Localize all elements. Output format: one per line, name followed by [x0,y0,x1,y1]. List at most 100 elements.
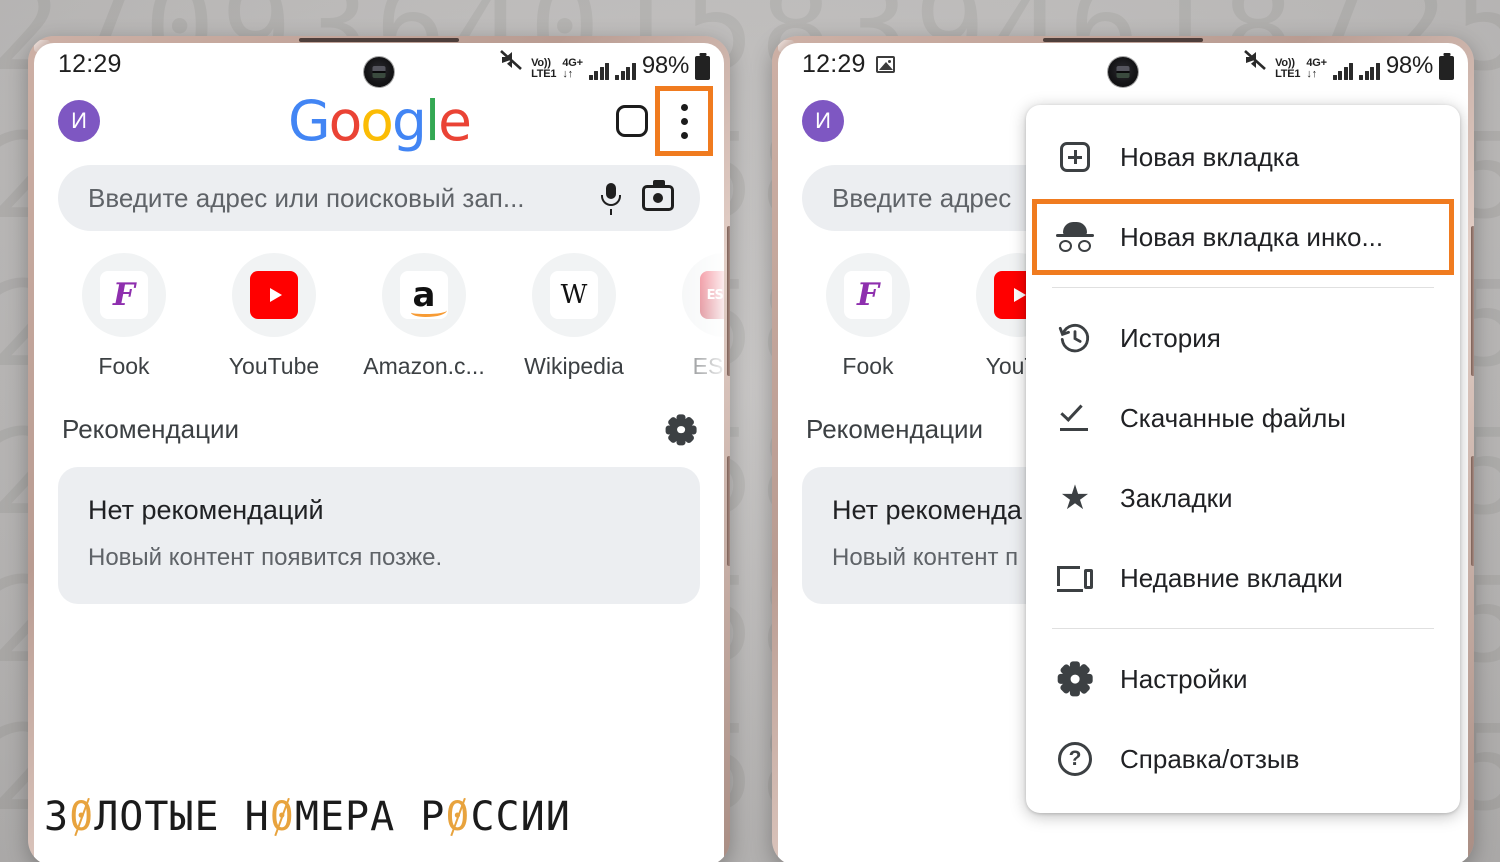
battery-percent: 98% [1385,52,1433,79]
menu-item-bookmarks[interactable]: ★ Закладки [1026,458,1460,538]
shortcut-tile[interactable]: W Wikipedia [512,253,636,380]
sim1-signal-icon [588,62,610,80]
wikipedia-icon: W [550,271,598,319]
sim2-signal-icon [1359,62,1380,80]
recommendations-title: Рекомендации [806,414,984,444]
battery-percent: 98% [641,52,689,79]
volte-indicator: Vo)) LTE1 [531,57,557,80]
sim2-signal-icon [615,62,636,80]
dot [680,131,688,139]
menu-item-label: Настройки [1120,663,1248,694]
earpiece-speaker [299,38,459,42]
speaker-muted-icon [499,48,525,78]
search-bar[interactable]: Введите адрес или поисковый зап... [58,165,700,231]
shortcut-tile[interactable]: ESPN ESPN [662,253,724,380]
volume-button[interactable] [1471,226,1474,376]
history-icon [1056,319,1094,357]
status-time: 12:29 [802,49,866,78]
shortcut-label: Fook [98,353,150,379]
avatar-letter: И [71,108,87,133]
recommendations-title: Рекомендации [62,414,240,444]
phone-right-screen: 12:29 Vo)) LTE1 4G+ ↓↑ 98% И Введите адр… [778,43,1468,862]
shortcut-label: Wikipedia [524,353,624,379]
menu-divider [1052,287,1434,288]
lens-camera-icon[interactable] [642,180,674,211]
status-time: 12:29 [58,49,122,78]
fook-icon: F [100,271,148,319]
status-right-icons: Vo)) LTE1 4G+ ↓↑ 98% [1243,48,1454,80]
plus-box-icon [1056,138,1094,176]
battery-icon [695,56,710,80]
sim1-signal-icon [1332,62,1354,80]
shortcut-tile[interactable]: F Fook [62,253,186,380]
star-icon: ★ [1059,479,1091,517]
power-button[interactable] [1471,456,1474,566]
search-row-left: Введите адрес или поисковый зап... [34,157,724,231]
search-input[interactable]: Введите адрес или поисковый зап... [88,183,592,214]
avatar[interactable]: И [58,100,100,142]
menu-item-downloads[interactable]: Скачанные файлы [1026,378,1460,458]
dot [680,103,688,111]
menu-item-new-incognito-tab[interactable]: Новая вкладка инко... [1026,197,1460,277]
menu-item-label: Новая вкладка [1120,141,1300,172]
volte-indicator: Vo)) LTE1 [1275,57,1301,80]
phone-left-screen: 12:29 Vo)) LTE1 4G+ ↓↑ 98% И G o o g l e… [34,43,724,862]
toolbar-right-actions [616,86,713,156]
download-check-icon [1056,399,1094,437]
chrome-toolbar-left: И Google [34,85,724,157]
tab-switcher-icon[interactable] [616,105,648,137]
menu-item-settings[interactable]: Настройки [1026,639,1460,719]
earpiece-speaker [1043,38,1203,42]
front-camera-icon [364,57,394,87]
gear-icon[interactable] [665,413,697,446]
avatar-letter: И [815,108,831,133]
overflow-menu-button[interactable] [655,86,713,156]
shortcuts-section-left: F Fook YouTube a Amazon.c... W Wikipedia… [34,231,724,380]
network-type-indicator: 4G+ ↓↑ [562,57,583,80]
battery-icon [1439,56,1454,80]
amazon-icon: a [400,271,448,319]
help-circle-icon: ? [1056,740,1094,778]
menu-item-label: История [1120,322,1221,353]
espn-icon: ESPN [700,271,724,319]
watermark: З0ЛОТЫЕ Н0МЕРА Р0ССИИ [44,794,571,840]
shortcut-tile[interactable]: YouTube [212,253,336,380]
menu-item-history[interactable]: История [1026,298,1460,378]
menu-item-label: Закладки [1120,482,1233,513]
shortcuts-row: F Fook YouTube a Amazon.c... W Wikipedia… [34,231,724,380]
empty-title: Нет рекомендаций [88,495,324,525]
shortcut-tile[interactable]: F Fook [806,253,930,380]
phone-right: 12:29 Vo)) LTE1 4G+ ↓↑ 98% И Введите адр… [772,36,1474,862]
volume-button[interactable] [727,226,730,376]
shortcut-label: Fook [842,353,894,379]
menu-item-new-tab[interactable]: Новая вкладка [1026,117,1460,197]
menu-item-label: Недавние вкладки [1120,562,1343,593]
shortcut-label: ESPN [692,353,724,379]
fook-icon: F [844,271,892,319]
chrome-overflow-menu: Новая вкладка Новая вкладка инко... Исто… [1026,105,1460,813]
google-logo: Google [288,88,472,153]
menu-item-label: Скачанные файлы [1120,402,1346,433]
menu-item-label: Справка/отзыв [1120,743,1300,774]
front-camera-icon [1108,57,1138,87]
microphone-icon[interactable] [600,181,622,215]
menu-item-recent-tabs[interactable]: Недавние вкладки [1026,538,1460,618]
menu-divider [1052,628,1434,629]
incognito-icon [1056,218,1094,256]
recommendations-empty-card: Нет рекомендаций Новый контент появится … [58,467,700,604]
status-left-icons [875,55,895,73]
shortcut-tile[interactable]: a Amazon.c... [362,253,486,380]
recommendations-header-left: Рекомендации [34,380,724,446]
recent-tabs-icon [1056,559,1094,597]
avatar[interactable]: И [802,100,844,142]
menu-item-help-feedback[interactable]: ? Справка/отзыв [1026,719,1460,799]
power-button[interactable] [727,456,730,566]
youtube-icon [250,271,298,319]
shortcut-label: Amazon.c... [363,353,485,379]
empty-subtitle: Новый контент появится позже. [88,544,443,571]
status-right-icons: Vo)) LTE1 4G+ ↓↑ 98% [499,48,710,80]
network-type-indicator: 4G+ ↓↑ [1306,57,1327,80]
speaker-muted-icon [1243,48,1269,78]
gear-icon [1056,660,1094,698]
phone-left: 12:29 Vo)) LTE1 4G+ ↓↑ 98% И G o o g l e… [28,36,730,862]
